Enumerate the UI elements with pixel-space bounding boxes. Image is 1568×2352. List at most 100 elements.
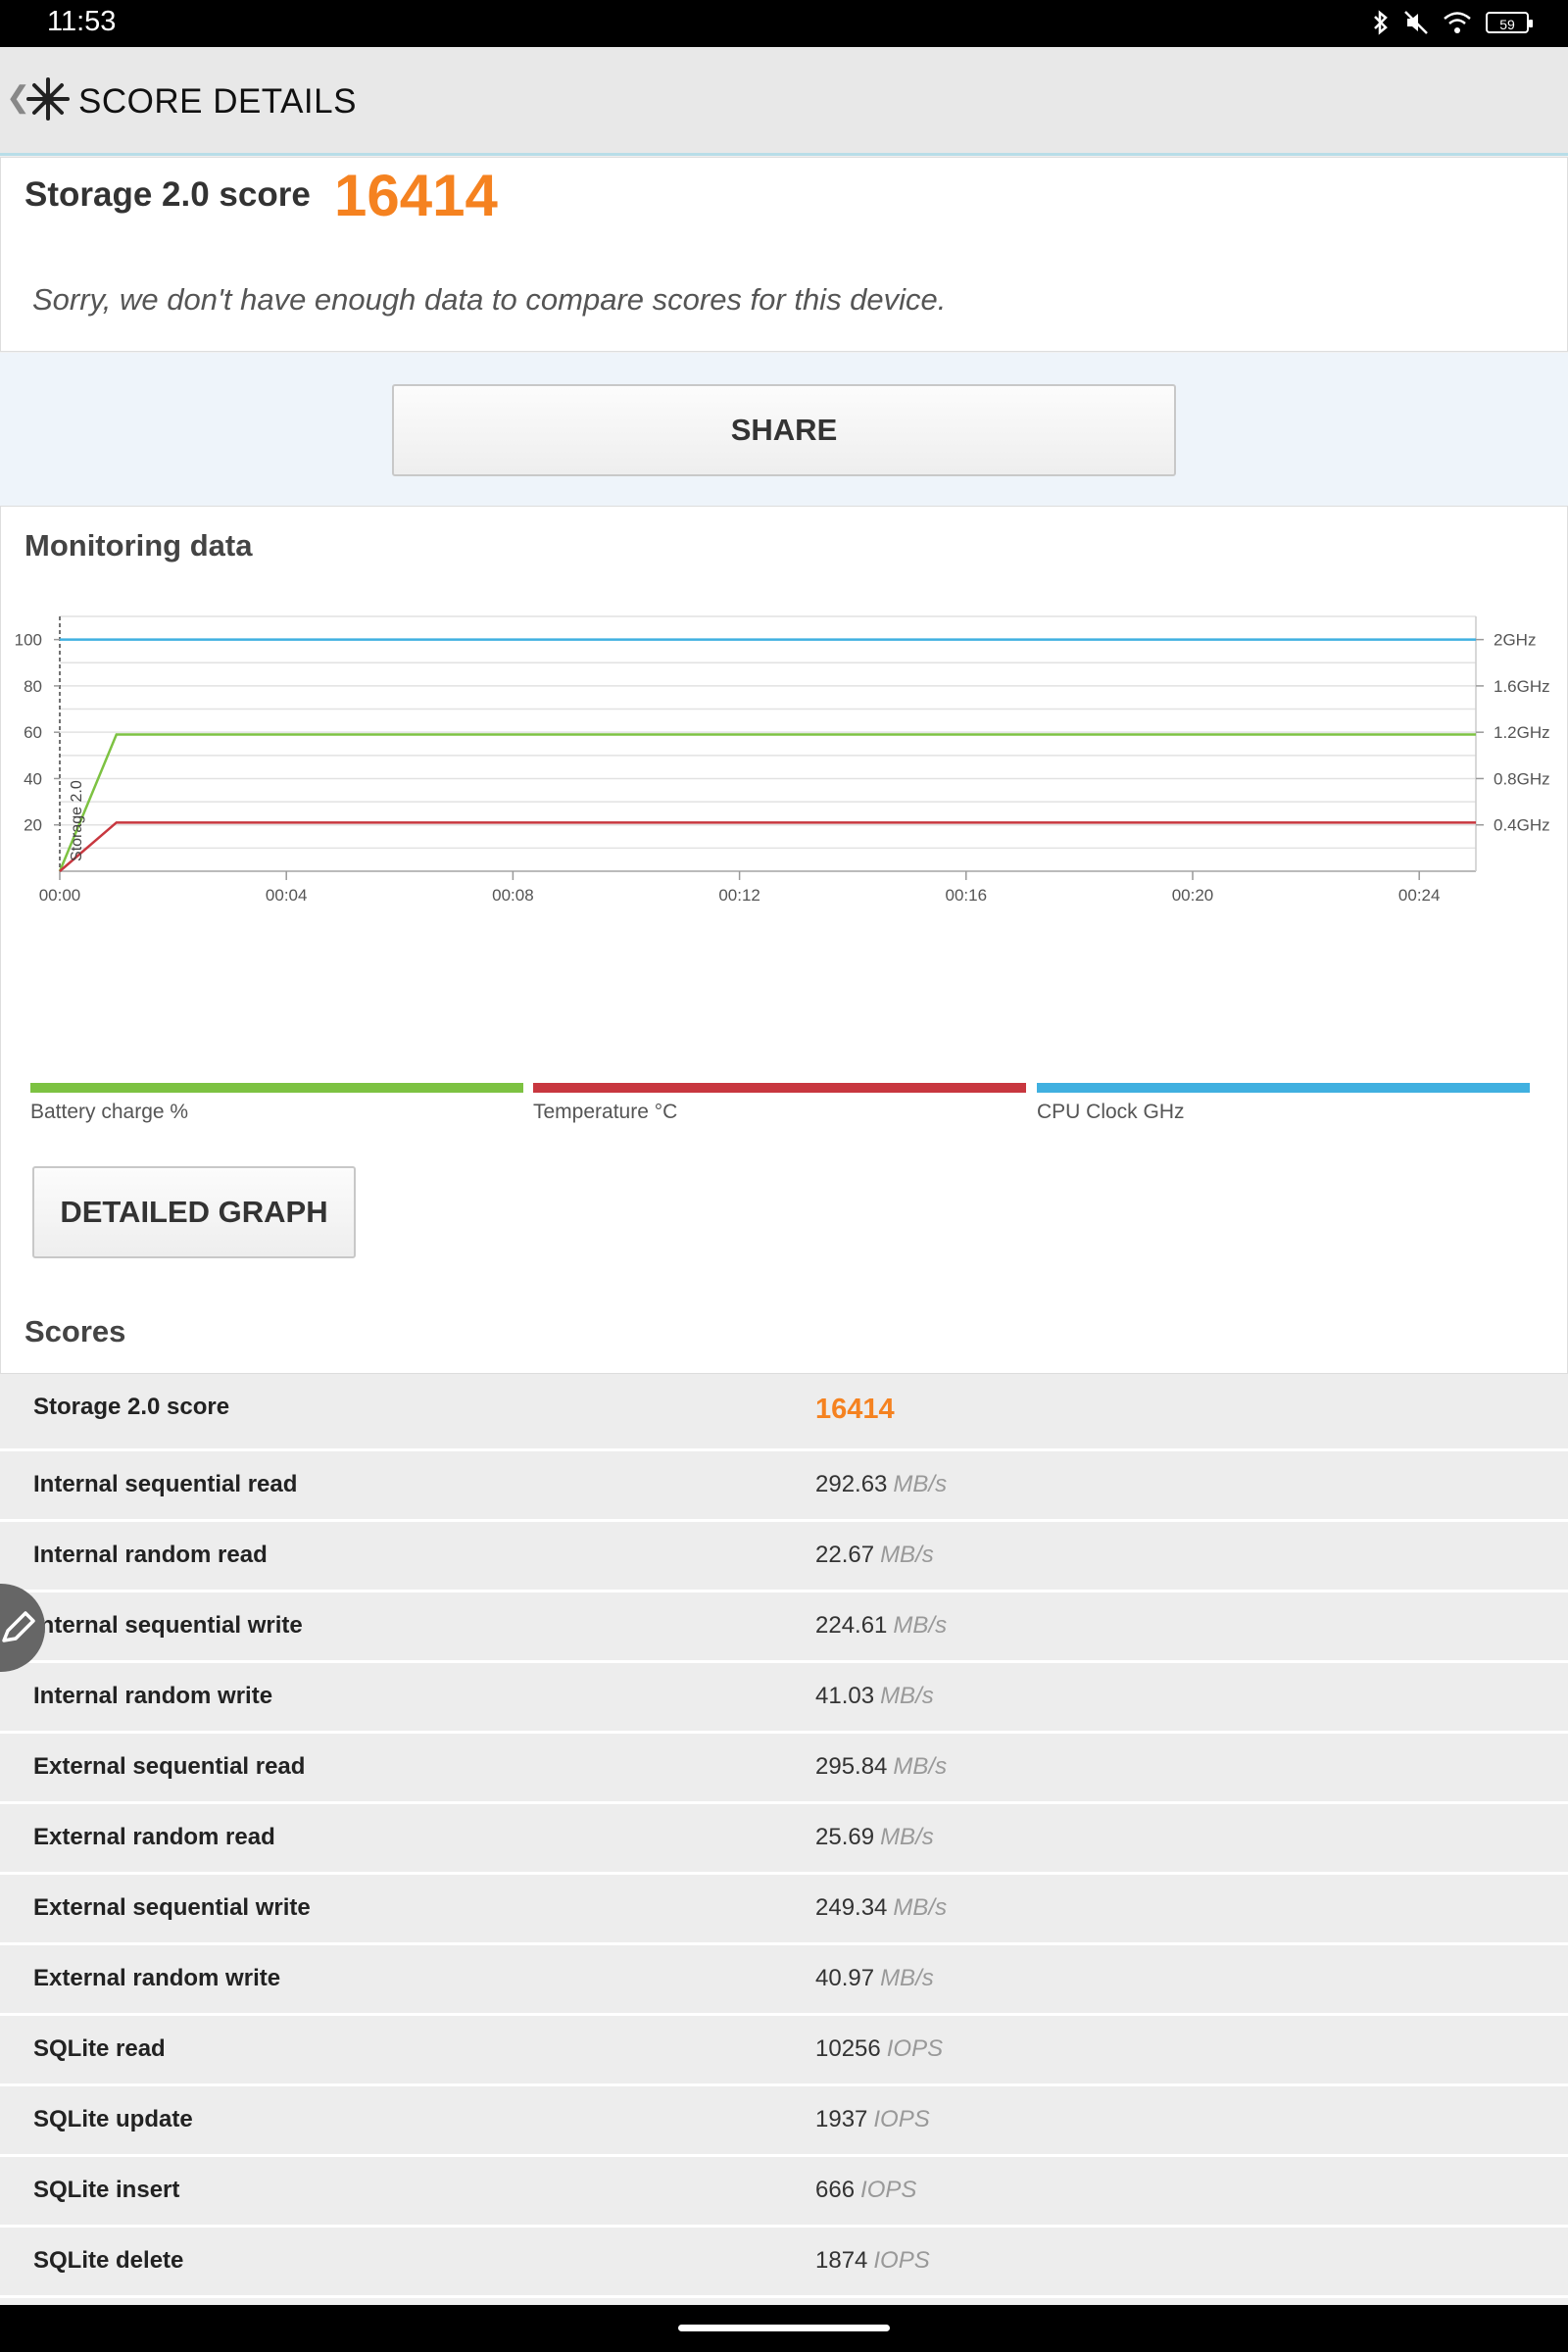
- score-row-name: SQLite delete: [33, 2247, 184, 2274]
- chart-series-line: [59, 821, 1476, 872]
- legend-swatch: [1037, 1083, 1530, 1093]
- monitoring-card: Monitoring data 20 40 60 80 100 0.4GHz 0.8GHz 1…: [0, 506, 1568, 1374]
- score-row-unit: MB/s: [880, 1683, 934, 1709]
- detailed-graph-button[interactable]: DETAILED GRAPH: [32, 1166, 356, 1258]
- score-row-unit: MB/s: [880, 1965, 934, 1991]
- compare-message: Sorry, we don't have enough data to comp…: [32, 282, 947, 317]
- compare-card: Sorry, we don't have enough data to comp…: [0, 255, 1568, 352]
- score-row-name: Internal random read: [33, 1542, 268, 1568]
- legend-label: CPU Clock GHz: [1037, 1101, 1185, 1123]
- score-row: External random write 40.97 MB/s: [0, 1945, 1568, 2016]
- score-row: Internal random read 22.67 MB/s: [0, 1522, 1568, 1592]
- y-left-tick-label: 80: [24, 677, 42, 696]
- share-button[interactable]: SHARE: [392, 384, 1176, 476]
- y-left-tick-label: 40: [24, 769, 42, 788]
- score-row-value: 25.69 MB/s: [815, 1824, 934, 1850]
- score-row-name: External random write: [33, 1965, 281, 1991]
- score-row-value: 224.61 MB/s: [815, 1612, 948, 1639]
- bluetooth-icon: [1374, 10, 1388, 35]
- legend-label: Temperature °C: [533, 1101, 678, 1123]
- score-row-unit: IOPS: [860, 2177, 917, 2203]
- y-right-tick-label: 0.8GHz: [1494, 769, 1550, 788]
- score-row-name: Internal random write: [33, 1683, 273, 1709]
- legend-item: Temperature °C: [533, 1083, 1026, 1124]
- legend-item: CPU Clock GHz: [1037, 1083, 1530, 1124]
- score-row-unit: MB/s: [893, 1471, 948, 1497]
- score-row-name: SQLite insert: [33, 2177, 180, 2203]
- score-row-name: Internal sequential read: [33, 1471, 298, 1497]
- y-left-tick-label: 100: [15, 631, 42, 650]
- score-row-value: 16414: [815, 1394, 895, 1425]
- status-time: 11:53: [47, 6, 117, 37]
- score-row-value: 249.34 MB/s: [815, 1894, 948, 1921]
- pencil-icon: [2, 1611, 35, 1642]
- share-area: SHARE: [0, 353, 1568, 506]
- score-row-unit: IOPS: [886, 2035, 944, 2062]
- x-tick-label: 00:20: [1172, 886, 1214, 905]
- score-row-name: SQLite read: [33, 2035, 166, 2062]
- legend-label: Battery charge %: [30, 1101, 189, 1123]
- score-row: Internal random write 41.03 MB/s: [0, 1663, 1568, 1734]
- score-row-unit: MB/s: [893, 1753, 948, 1780]
- score-row-name: External random read: [33, 1824, 275, 1850]
- score-row-unit: MB/s: [880, 1542, 934, 1568]
- y-right-tick-label: 1.6GHz: [1494, 677, 1550, 696]
- score-label: Storage 2.0 score: [24, 175, 311, 214]
- score-row: External random read 25.69 MB/s: [0, 1804, 1568, 1875]
- score-row: SQLite insert 666 IOPS: [0, 2157, 1568, 2228]
- score-row: SQLite read 10256 IOPS: [0, 2016, 1568, 2086]
- y-left-tick-label: 20: [24, 816, 42, 835]
- score-row-name: Storage 2.0 score: [33, 1394, 230, 1420]
- score-row: Internal sequential read 292.63 MB/s: [0, 1451, 1568, 1522]
- battery-level: 59: [1499, 17, 1515, 32]
- home-gesture-handle[interactable]: [678, 2325, 890, 2331]
- mute-icon: [1404, 11, 1428, 34]
- score-row: Internal sequential write 224.61 MB/s: [0, 1592, 1568, 1663]
- score-row: SQLite delete 1874 IOPS: [0, 2228, 1568, 2298]
- legend-item: Battery charge %: [30, 1083, 523, 1124]
- x-tick-label: 00:16: [946, 886, 988, 905]
- y-right-tick-label: 0.4GHz: [1494, 816, 1550, 835]
- chart-marker-label: Storage 2.0: [69, 780, 85, 861]
- score-row-value: 22.67 MB/s: [815, 1542, 934, 1568]
- score-row-value: 41.03 MB/s: [815, 1683, 934, 1709]
- x-tick-label: 00:24: [1398, 886, 1441, 905]
- score-row-name: External sequential write: [33, 1894, 311, 1921]
- score-row-value: 1874 IOPS: [815, 2247, 930, 2274]
- wifi-icon: [1444, 12, 1471, 33]
- score-summary-card: Storage 2.0 score 16414: [0, 157, 1568, 257]
- score-row-unit: IOPS: [873, 2247, 930, 2274]
- score-row: External sequential read 295.84 MB/s: [0, 1734, 1568, 1804]
- page-title: SCORE DETAILS: [78, 82, 357, 121]
- snowflake-logo-icon[interactable]: [25, 76, 71, 122]
- score-row-value: 10256 IOPS: [815, 2035, 944, 2062]
- score-row-name: External sequential read: [33, 1753, 306, 1780]
- legend-swatch: [533, 1083, 1026, 1093]
- x-tick-label: 00:00: [39, 886, 81, 905]
- y-left-tick-label: 60: [24, 723, 42, 742]
- score-row-name: SQLite update: [33, 2106, 193, 2132]
- x-tick-label: 00:04: [266, 886, 308, 905]
- monitoring-chart-svg: 20 40 60 80 100 0.4GHz 0.8GHz 1.2GHz 1.6GHz 2GHz 0…: [15, 615, 1550, 905]
- score-row-value: 40.97 MB/s: [815, 1965, 934, 1991]
- score-row-value: 292.63 MB/s: [815, 1471, 948, 1497]
- scores-heading: Scores: [24, 1314, 126, 1348]
- score-row: External sequential write 249.34 MB/s: [0, 1875, 1568, 1945]
- score-row-unit: MB/s: [893, 1612, 948, 1639]
- score-row-value: 295.84 MB/s: [815, 1753, 948, 1780]
- scores-table: Storage 2.0 score 16414 Internal sequentia…: [0, 1374, 1568, 2298]
- legend-swatch: [30, 1083, 523, 1093]
- app-bar: ❮ SCORE DETAILS: [0, 47, 1568, 156]
- status-bar: 11:53 59: [0, 0, 1568, 47]
- score-row: SQLite update 1937 IOPS: [0, 2086, 1568, 2157]
- y-right-tick-label: 1.2GHz: [1494, 723, 1550, 742]
- score-row-value: 1937 IOPS: [815, 2106, 930, 2132]
- score-row-unit: MB/s: [880, 1824, 934, 1850]
- monitoring-chart: 20 40 60 80 100 0.4GHz 0.8GHz 1.2GHz 1.6GHz 2GHz 0…: [1, 597, 1567, 950]
- score-row: Storage 2.0 score 16414: [0, 1374, 1568, 1451]
- score-row-unit: MB/s: [893, 1894, 948, 1921]
- score-row-unit: IOPS: [873, 2106, 930, 2132]
- x-tick-label: 00:12: [718, 886, 760, 905]
- score-row-value: 666 IOPS: [815, 2177, 917, 2203]
- score-row-name: Internal sequential write: [33, 1612, 303, 1639]
